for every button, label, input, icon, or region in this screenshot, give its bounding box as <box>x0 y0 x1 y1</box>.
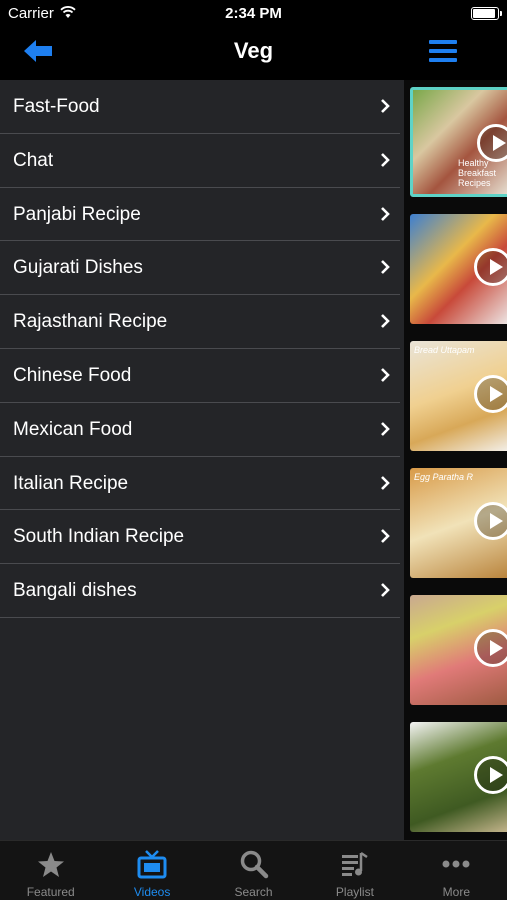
play-icon[interactable] <box>474 375 507 413</box>
category-row[interactable]: Chinese Food <box>0 349 400 403</box>
play-icon[interactable] <box>477 124 507 162</box>
chevron-right-icon <box>381 583 390 598</box>
category-list: Fast-Food Chat Panjabi Recipe Gujarati Dish… <box>0 80 404 840</box>
chevron-right-icon <box>381 368 390 382</box>
tab-label: Featured <box>26 885 75 899</box>
thumbnail-caption: Bread Uttapam <box>414 345 475 355</box>
video-thumbnail[interactable] <box>410 214 507 324</box>
more-dots-icon <box>442 860 470 868</box>
play-icon[interactable] <box>474 502 507 540</box>
tab-search[interactable]: Search <box>203 841 304 900</box>
chevron-right-icon <box>381 99 390 113</box>
chevron-right-icon <box>381 206 390 221</box>
category-row[interactable]: Fast-Food <box>0 80 400 134</box>
play-icon[interactable] <box>474 629 507 667</box>
chevron-right-icon <box>381 152 390 167</box>
tab-label: Videos <box>133 885 171 899</box>
thumbnail-caption: Healthy Breakfast Recipes <box>458 158 497 188</box>
battery-icon <box>471 7 502 20</box>
category-label: Rajasthani Recipe <box>13 311 168 333</box>
category-label: Bangali dishes <box>13 580 137 602</box>
tab-label: Search <box>234 885 273 899</box>
video-thumbnail[interactable]: Healthy Breakfast Recipes <box>410 87 507 197</box>
category-label: Mexican Food <box>13 418 133 440</box>
chevron-right-icon <box>381 314 390 329</box>
category-label: Chat <box>13 149 54 171</box>
clock: 2:34 PM <box>225 5 282 22</box>
category-label: South Indian Recipe <box>13 526 185 548</box>
video-thumbnail-strip: Healthy Breakfast Recipes Bread Uttapam Eg… <box>404 80 507 840</box>
category-row[interactable]: Rajasthani Recipe <box>0 295 400 349</box>
video-thumbnail[interactable] <box>410 722 507 832</box>
tab-featured[interactable]: Featured <box>0 841 101 900</box>
status-bar: Carrier 2:34 PM <box>0 0 507 26</box>
tab-label: More <box>442 885 470 899</box>
category-label: Chinese Food <box>13 364 132 386</box>
category-row[interactable]: Italian Recipe <box>0 457 400 511</box>
video-thumbnail[interactable]: Bread Uttapam <box>410 341 507 451</box>
playlist-icon <box>341 851 368 876</box>
tab-playlist[interactable]: Playlist <box>304 841 405 900</box>
tab-more[interactable]: More <box>406 841 507 900</box>
hamburger-menu-icon[interactable] <box>429 40 457 62</box>
category-row[interactable]: Gujarati Dishes <box>0 241 400 296</box>
category-row[interactable]: Bangali dishes <box>0 564 400 618</box>
star-icon <box>37 852 64 877</box>
category-label: Italian Recipe <box>13 472 129 494</box>
category-label: Fast-Food <box>13 96 100 117</box>
chevron-right-icon <box>381 475 390 490</box>
video-thumbnail[interactable]: Egg Paratha R <box>410 468 507 578</box>
tab-videos[interactable]: Videos <box>101 841 202 900</box>
video-thumbnail[interactable] <box>410 595 507 705</box>
category-label: Gujarati Dishes <box>13 257 143 279</box>
category-row[interactable]: Panjabi Recipe <box>0 188 400 242</box>
chevron-right-icon <box>381 260 390 275</box>
category-row[interactable]: Mexican Food <box>0 403 400 457</box>
thumbnail-caption: Egg Paratha R <box>414 472 474 482</box>
category-row[interactable]: Chat <box>0 134 400 188</box>
tab-bar: Featured Videos Search Playlist More <box>0 840 507 900</box>
tab-label: Playlist <box>335 885 374 899</box>
chevron-right-icon <box>381 421 390 436</box>
search-icon <box>240 850 268 879</box>
category-row[interactable]: South Indian Recipe <box>0 510 400 565</box>
play-icon[interactable] <box>474 756 507 794</box>
navigation-bar: Veg <box>0 26 507 80</box>
category-label: Panjabi Recipe <box>13 203 141 225</box>
chevron-right-icon <box>381 529 390 544</box>
play-icon[interactable] <box>474 248 507 286</box>
tv-icon <box>137 850 167 879</box>
